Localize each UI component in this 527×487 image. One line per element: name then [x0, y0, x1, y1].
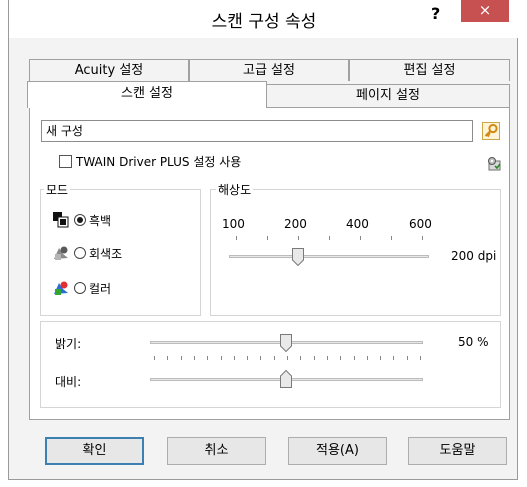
dialog-window: 스캔 구성 속성 ? × Acuity 설정 고급 설정 편집 설정 페이지 설…	[8, 0, 519, 480]
apply-button[interactable]: 적용(A)	[288, 437, 387, 465]
grayscale-icon	[53, 245, 69, 261]
window-title: 스캔 구성 속성	[211, 12, 317, 32]
resolution-value: 200 dpi	[451, 249, 497, 263]
tab-advanced-settings[interactable]: 고급 설정	[189, 59, 349, 81]
tab-scan-settings[interactable]: 스캔 설정	[27, 81, 267, 108]
contrast-slider-thumb[interactable]	[280, 369, 292, 388]
mode-bitonal-label[interactable]: 흑백	[89, 212, 111, 229]
slider-tick	[233, 356, 235, 360]
slider-tick	[393, 356, 395, 360]
slider-tick	[406, 356, 408, 360]
key-icon[interactable]	[482, 122, 500, 140]
contrast-label: 대비:	[55, 375, 82, 389]
scan-settings-panel: 새 구성 TWAIN Driver PLUS 설정 사용 모드 흑백 회색조 컬…	[29, 107, 510, 420]
mode-color-label[interactable]: 컬러	[89, 280, 111, 297]
resolution-slider-thumb[interactable]	[292, 248, 304, 267]
slider-tick	[326, 356, 328, 360]
slider-tick	[167, 356, 169, 360]
bitonal-icon	[53, 212, 69, 228]
help-button[interactable]: ?	[431, 4, 440, 23]
config-name-input[interactable]: 새 구성	[41, 120, 473, 142]
resolution-tick-label: 200	[284, 217, 307, 231]
slider-tick	[180, 356, 182, 360]
slider-tick	[247, 356, 249, 360]
resolution-tick-label: 600	[409, 217, 432, 231]
brightness-contrast-group	[40, 321, 501, 408]
resolution-tick	[329, 236, 330, 240]
resolution-tick	[422, 236, 423, 240]
resolution-slider-track[interactable]	[229, 255, 429, 258]
slider-tick	[193, 356, 195, 360]
device-settings-icon[interactable]	[486, 156, 502, 172]
resolution-tick-label: 100	[222, 217, 245, 231]
brightness-slider-thumb[interactable]	[280, 334, 292, 353]
twain-plus-checkbox[interactable]	[59, 155, 72, 168]
slider-tick	[220, 356, 222, 360]
brightness-value: 50 %	[458, 335, 489, 349]
color-icon	[53, 280, 69, 296]
slider-tick	[340, 356, 342, 360]
resolution-tick	[391, 236, 392, 240]
resolution-tick	[298, 236, 299, 240]
resolution-tick-label: 400	[346, 217, 369, 231]
brightness-contrast-ticks	[154, 356, 421, 360]
slider-tick	[380, 356, 382, 360]
slider-tick	[273, 356, 275, 360]
resolution-group-title: 해상도	[216, 181, 254, 198]
mode-color-radio[interactable]	[74, 282, 86, 294]
slider-tick	[420, 356, 421, 360]
resolution-tick	[267, 236, 268, 240]
cancel-button[interactable]: 취소	[167, 437, 266, 465]
slider-tick	[154, 356, 155, 360]
slider-tick	[300, 356, 302, 360]
tab-edit-settings[interactable]: 편집 설정	[349, 59, 510, 81]
title-bar: 스캔 구성 속성 ? ×	[9, 0, 519, 38]
mode-grayscale-radio[interactable]	[74, 247, 86, 259]
mode-bitonal-radio[interactable]	[74, 214, 86, 226]
ok-button[interactable]: 확인	[45, 437, 144, 465]
help-dialog-button[interactable]: 도움말	[408, 437, 507, 465]
slider-tick	[207, 356, 209, 360]
resolution-tick	[360, 236, 361, 240]
tab-page-settings[interactable]: 페이지 설정	[266, 84, 510, 107]
slider-tick	[313, 356, 315, 360]
slider-tick	[366, 356, 368, 360]
slider-tick	[260, 356, 262, 360]
tab-acuity-settings[interactable]: Acuity 설정	[29, 59, 189, 81]
slider-tick	[287, 356, 288, 360]
resolution-tick	[236, 236, 237, 240]
mode-group-title: 모드	[44, 181, 71, 198]
twain-plus-label: TWAIN Driver PLUS 설정 사용	[76, 155, 242, 169]
slider-tick	[353, 356, 355, 360]
mode-grayscale-label[interactable]: 회색조	[89, 245, 122, 262]
close-button[interactable]: ×	[461, 0, 509, 22]
brightness-label: 밝기:	[55, 337, 82, 351]
